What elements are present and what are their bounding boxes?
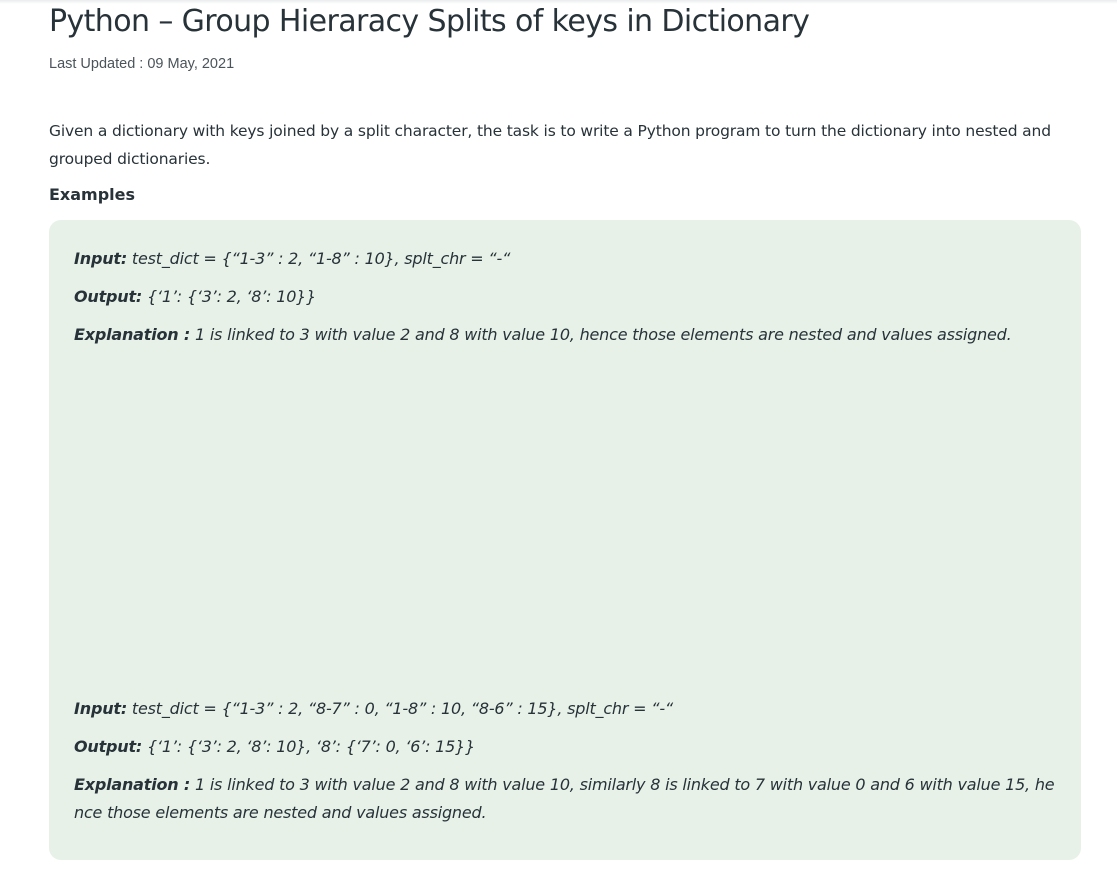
examples-block: Input: test_dict = {“1-3” : 2, “1-8” : 1… (49, 220, 1081, 860)
explanation-label: Explanation : (74, 775, 191, 794)
input-value: test_dict = {“1-3” : 2, “8-7” : 0, “1-8”… (127, 699, 673, 718)
examples-heading: Examples (49, 185, 136, 204)
last-updated-date: Last Updated : 09 May, 2021 (49, 56, 235, 72)
example-1-explanation: Explanation : 1 is linked to 3 with valu… (74, 321, 1064, 349)
output-value: {‘1’: {‘3’: 2, ‘8’: 10}} (142, 287, 317, 306)
example-2-output: Output: {‘1’: {‘3’: 2, ‘8’: 10}, ‘8’: {‘… (74, 733, 1064, 761)
output-label: Output: (74, 287, 143, 306)
input-label: Input: (74, 249, 128, 268)
input-label: Input: (74, 699, 128, 718)
output-value: {‘1’: {‘3’: 2, ‘8’: 10}, ‘8’: {‘7’: 0, ‘… (142, 737, 476, 756)
example-1-output: Output: {‘1’: {‘3’: 2, ‘8’: 10}} (74, 283, 1064, 311)
explanation-label: Explanation : (74, 325, 191, 344)
output-label: Output: (74, 737, 143, 756)
example-2-input: Input: test_dict = {“1-3” : 2, “8-7” : 0… (74, 695, 1064, 723)
explanation-value: 1 is linked to 3 with value 2 and 8 with… (190, 325, 1012, 344)
page-title: Python – Group Hieraracy Splits of keys … (49, 4, 810, 39)
example-1-input: Input: test_dict = {“1-3” : 2, “1-8” : 1… (74, 245, 1064, 273)
example-2-explanation: Explanation : 1 is linked to 3 with valu… (74, 771, 1059, 827)
input-value: test_dict = {“1-3” : 2, “1-8” : 10}, spl… (127, 249, 511, 268)
intro-paragraph: Given a dictionary with keys joined by a… (49, 122, 1051, 168)
explanation-value: 1 is linked to 3 with value 2 and 8 with… (74, 775, 1055, 822)
